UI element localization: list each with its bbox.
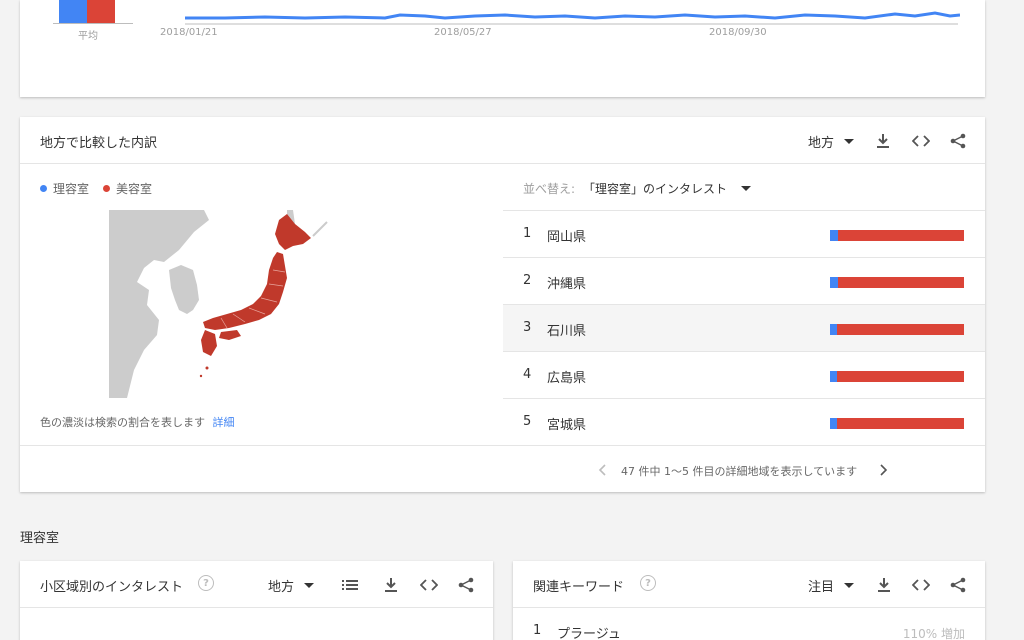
related-item-name: プラージュ [557, 627, 621, 640]
caret-down-icon [741, 186, 752, 191]
interest-over-time-card: 平均 2018/01/21 2018/05/27 2018/09/30 [20, 0, 985, 97]
caret-down-icon [304, 583, 315, 588]
share-bar-a [830, 418, 837, 429]
related-item[interactable]: 1 プラージュ 110% 増加 [513, 608, 985, 640]
ranking-region-name: 岡山県 [547, 230, 587, 245]
ranking-row[interactable]: 3 石川県 [503, 305, 985, 352]
legend-item-b: 美容室 [116, 182, 153, 196]
map-note-link[interactable]: 詳細 [213, 416, 235, 429]
related-item-rank: 1 [533, 623, 542, 638]
header-divider [20, 163, 985, 164]
embed-code-icon[interactable] [417, 573, 441, 597]
download-icon[interactable] [872, 573, 896, 597]
ranking-number: 5 [523, 414, 532, 429]
ranking-number: 4 [523, 367, 532, 382]
map-note-text: 色の濃淡は検索の割合を表します [40, 416, 205, 429]
caret-down-icon [844, 139, 855, 144]
card-title: 関連キーワード [533, 580, 625, 595]
header-divider [20, 607, 493, 608]
ranking-row[interactable]: 4 広島県 [503, 352, 985, 399]
geo-select-value: 地方 [268, 580, 295, 595]
embed-code-icon[interactable] [909, 129, 933, 153]
geo-select-value: 地方 [808, 136, 835, 151]
region-comparison-card: 地方で比較した内訳 地方 理容室 美容室 色の濃淡は検索の割合を表します 詳細 … [20, 117, 985, 492]
ranking-number: 2 [523, 273, 532, 288]
map-note: 色の濃淡は検索の割合を表します 詳細 [40, 414, 235, 430]
ranking-region-name: 沖縄県 [547, 277, 587, 292]
share-icon[interactable] [454, 573, 478, 597]
legend-dot-b [103, 185, 111, 192]
caret-down-icon [844, 583, 855, 588]
geo-select-dropdown[interactable]: 地方 [808, 132, 855, 151]
related-type-value: 注目 [808, 580, 835, 595]
help-icon[interactable]: ? [640, 575, 656, 591]
ranking-number: 1 [523, 226, 532, 241]
list-view-icon[interactable] [338, 573, 362, 597]
legend-item-a: 理容室 [53, 182, 90, 196]
ranking-region-name: 宮城県 [547, 418, 587, 433]
share-bar-a [830, 371, 837, 382]
share-bar-b [837, 371, 964, 382]
share-bar-a [830, 324, 837, 335]
average-bar-a [59, 0, 87, 23]
average-label: 平均 [78, 31, 98, 42]
download-icon[interactable] [379, 573, 403, 597]
sort-control[interactable]: 並べ替え: 「理容室」のインタレスト [523, 180, 752, 197]
section-title: 理容室 [20, 531, 60, 546]
ranking-number: 3 [523, 320, 532, 335]
share-bar-a [830, 277, 838, 288]
share-bar-b [838, 277, 964, 288]
share-bar-b [838, 230, 964, 241]
legend: 理容室 美容室 [40, 180, 152, 197]
share-bar-b [837, 418, 964, 429]
share-bar-a [830, 230, 838, 241]
download-icon[interactable] [871, 129, 895, 153]
subregion-interest-card: 小区域別のインタレスト ? 地方 [20, 561, 493, 640]
ranking-region-name: 広島県 [547, 371, 587, 386]
related-type-dropdown[interactable]: 注目 [808, 576, 855, 595]
share-icon[interactable] [946, 129, 970, 153]
legend-dot-a [40, 185, 47, 192]
ranking-row[interactable]: 2 沖縄県 [503, 258, 985, 305]
x-tick-label: 2018/09/30 [709, 27, 767, 38]
sort-label: 並べ替え: [523, 182, 576, 196]
x-tick-label: 2018/01/21 [160, 27, 218, 38]
next-page-icon[interactable] [872, 458, 896, 482]
average-bar-b [87, 0, 115, 23]
ranking-row[interactable]: 1 岡山県 [503, 211, 985, 258]
prev-page-icon[interactable] [590, 458, 614, 482]
footer-divider [20, 445, 985, 446]
ranking-row[interactable]: 5 宮城県 [503, 399, 985, 446]
embed-code-icon[interactable] [909, 573, 933, 597]
japan-region-map[interactable] [109, 210, 341, 398]
x-tick-label: 2018/05/27 [434, 27, 492, 38]
related-item-value: 110% 増加 [902, 627, 965, 640]
geo-select-dropdown[interactable]: 地方 [268, 576, 315, 595]
share-icon[interactable] [946, 573, 970, 597]
average-baseline [53, 23, 133, 24]
share-bar-b [837, 324, 964, 335]
help-icon[interactable]: ? [198, 575, 214, 591]
sort-value: 「理容室」のインタレスト [583, 182, 728, 196]
trend-line-chart [185, 11, 960, 25]
card-title: 小区域別のインタレスト [40, 580, 184, 595]
pagination-text: 47 件中 1〜5 件目の詳細地域を表示しています [621, 465, 858, 478]
ranking-region-name: 石川県 [547, 324, 587, 339]
related-keywords-card: 関連キーワード ? 注目 1 プラージュ 110% 増加 [513, 561, 985, 640]
card-title: 地方で比較した内訳 [40, 136, 158, 151]
